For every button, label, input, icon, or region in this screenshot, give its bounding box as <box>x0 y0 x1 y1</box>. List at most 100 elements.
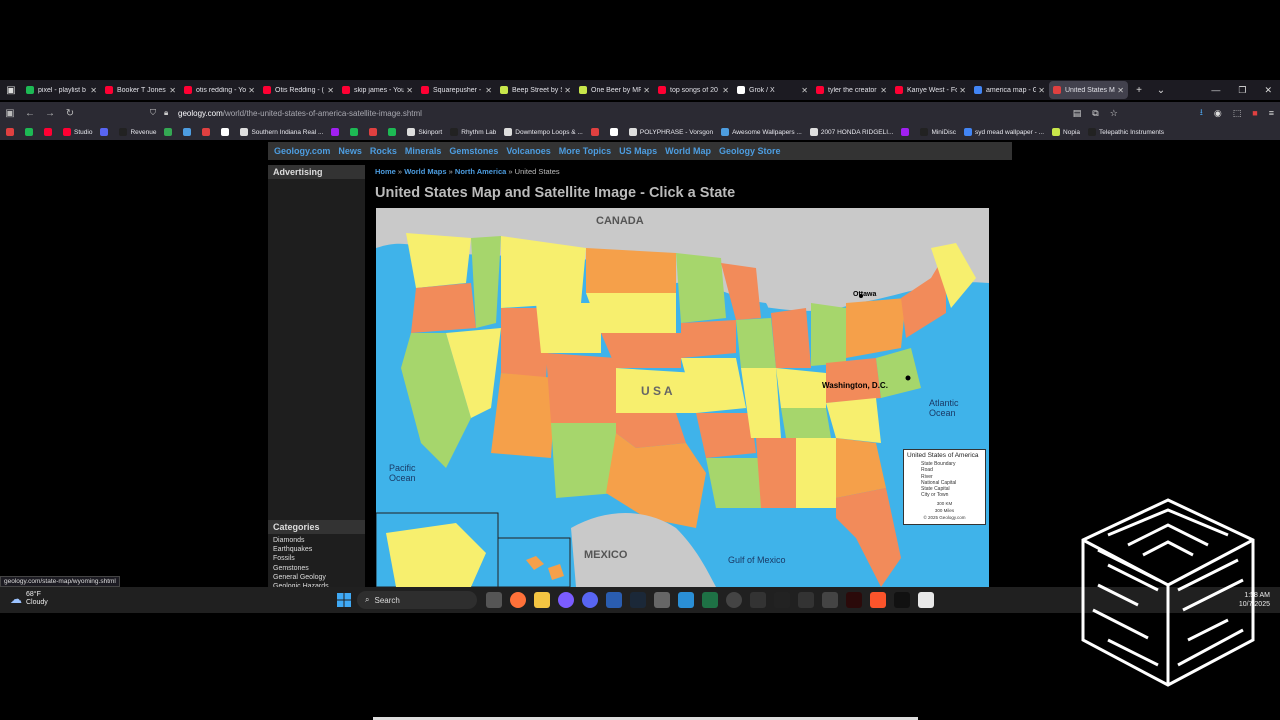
bookmark-item[interactable]: Downtempo Loops & ... <box>504 128 583 136</box>
bookmark-item[interactable] <box>901 128 912 136</box>
bookmark-item[interactable]: MiniDisc <box>920 128 956 136</box>
category-link[interactable]: Fossils <box>273 554 360 563</box>
task-view-icon[interactable] <box>486 592 502 608</box>
tab-close-icon[interactable]: ✕ <box>564 86 571 95</box>
app-icon-6[interactable] <box>798 592 814 608</box>
tab-close-icon[interactable]: ✕ <box>801 86 808 95</box>
label-washington-dc[interactable]: Washington, D.C. <box>822 381 888 390</box>
tab-close-icon[interactable]: ✕ <box>959 86 966 95</box>
site-nav-link[interactable]: World Map <box>665 146 711 156</box>
bookmark-item[interactable]: Rhythm Lab <box>450 128 496 136</box>
bookmark-item[interactable]: Skinport <box>407 128 442 136</box>
tab-close-icon[interactable]: ✕ <box>248 86 255 95</box>
brave-icon[interactable] <box>870 592 886 608</box>
reader-view-icon[interactable]: ▤ <box>1073 108 1082 119</box>
breadcrumb-home[interactable]: Home <box>375 167 396 176</box>
browser-tab[interactable]: Otis Redding - (✕ <box>259 81 338 99</box>
breadcrumb-world-maps[interactable]: World Maps <box>404 167 446 176</box>
tab-close-icon[interactable]: ✕ <box>880 86 887 95</box>
breadcrumb-north-america[interactable]: North America <box>455 167 506 176</box>
site-nav-link[interactable]: Minerals <box>405 146 442 156</box>
browser-tab[interactable]: Squarepusher - ✕ <box>417 81 496 99</box>
app-icon-5[interactable] <box>774 592 790 608</box>
tab-close-icon[interactable]: ✕ <box>90 86 97 95</box>
site-nav-link[interactable]: Rocks <box>370 146 397 156</box>
firefox-icon[interactable] <box>510 592 526 608</box>
downloads-icon[interactable]: ⭳ <box>1200 105 1203 121</box>
tab-overview-icon[interactable]: ▣ <box>0 85 22 96</box>
bookmark-item[interactable] <box>183 128 194 136</box>
close-window-icon[interactable]: ✕ <box>1264 85 1272 96</box>
browser-tab[interactable]: skip james - You ✕ <box>338 81 417 99</box>
steam-icon[interactable] <box>630 592 646 608</box>
bookmark-item[interactable]: POLYPHRASE - Vorsgon <box>628 128 713 136</box>
sidebar-toggle-icon[interactable]: ▣ <box>0 108 20 119</box>
bookmark-item[interactable] <box>6 128 17 136</box>
reload-icon[interactable]: ↻ <box>60 108 80 119</box>
tab-close-icon[interactable]: ✕ <box>1117 86 1124 95</box>
bookmark-item[interactable]: Revenue <box>119 128 156 136</box>
browser-tab[interactable]: One Beer by MF ✕ <box>575 81 654 99</box>
forward-icon[interactable]: → <box>40 108 60 119</box>
file-explorer-icon[interactable] <box>534 592 550 608</box>
weather-widget[interactable]: ☁ 68°F Cloudy <box>10 591 48 607</box>
bookmark-item[interactable] <box>44 128 55 136</box>
bookmark-star-icon[interactable]: ☆ <box>1110 108 1118 119</box>
site-nav-link[interactable]: Geology.com <box>274 146 330 156</box>
bookmark-item[interactable]: 2007 HONDA RIDGELI... <box>809 128 893 136</box>
bookmark-item[interactable] <box>388 128 399 136</box>
app-icon-3[interactable] <box>654 592 670 608</box>
bookmark-item[interactable] <box>369 128 380 136</box>
bookmark-item[interactable] <box>100 128 111 136</box>
tab-close-icon[interactable]: ✕ <box>169 86 176 95</box>
browser-tab[interactable]: Kanye West - Fo ✕ <box>891 81 970 99</box>
bookmark-item[interactable] <box>221 128 232 136</box>
site-nav-link[interactable]: More Topics <box>559 146 611 156</box>
site-nav-link[interactable]: US Maps <box>619 146 657 156</box>
menu-icon[interactable]: ≡ <box>1269 108 1274 118</box>
site-nav-link[interactable]: Volcanoes <box>506 146 550 156</box>
tab-close-icon[interactable]: ✕ <box>722 86 729 95</box>
browser-tab[interactable]: tyler the creator ✕ <box>812 81 891 99</box>
bookmark-item[interactable]: syd mead wallpaper - ... <box>964 128 1044 136</box>
bookmark-item[interactable] <box>164 128 175 136</box>
tab-close-icon[interactable]: ✕ <box>406 86 413 95</box>
extension-badge-icon[interactable]: ■ <box>1252 108 1257 118</box>
bookmark-item[interactable]: Studio <box>63 128 92 136</box>
us-map-graphic[interactable] <box>376 208 989 587</box>
maximize-icon[interactable]: ❐ <box>1238 85 1246 96</box>
browser-tab[interactable]: Grok / X ✕ <box>733 81 812 99</box>
taskbar-search[interactable]: ⌕ Search <box>357 591 477 609</box>
tab-close-icon[interactable]: ✕ <box>327 86 334 95</box>
bookmark-item[interactable] <box>331 128 342 136</box>
app-icon-8[interactable] <box>918 592 934 608</box>
tab-close-icon[interactable]: ✕ <box>485 86 492 95</box>
lock-icon[interactable]: 🔒︎ <box>164 108 178 118</box>
new-tab-icon[interactable]: + <box>1128 85 1150 96</box>
back-icon[interactable]: ← <box>20 108 40 119</box>
browser-tab[interactable]: america map - G ✕ <box>970 81 1049 99</box>
site-nav-link[interactable]: Geology Store <box>719 146 781 156</box>
browser-tab[interactable]: top songs of 20 ✕ <box>654 81 733 99</box>
extensions-icon[interactable]: ⬚ <box>1233 108 1242 119</box>
tab-close-icon[interactable]: ✕ <box>643 86 650 95</box>
tab-close-icon[interactable]: ✕ <box>1038 86 1045 95</box>
category-link[interactable]: Earthquakes <box>273 545 360 554</box>
browser-tab[interactable]: pixel - playlist b ✕ <box>22 81 101 99</box>
bookmark-item[interactable] <box>25 128 36 136</box>
bookmark-item[interactable] <box>202 128 213 136</box>
browser-tab[interactable]: Beep Street by S ✕ <box>496 81 575 99</box>
chrome-icon[interactable] <box>726 592 742 608</box>
browser-tab[interactable]: Booker T Jones ✕ <box>101 81 180 99</box>
bookmark-item[interactable]: Telepathic Instruments <box>1088 128 1164 136</box>
site-nav-link[interactable]: News <box>338 146 362 156</box>
bookmark-item[interactable]: Awesome Wallpapers ... <box>721 128 802 136</box>
category-link[interactable]: General Geology <box>273 573 360 582</box>
list-tabs-icon[interactable]: ⌄ <box>1150 85 1172 96</box>
bookmark-item[interactable]: Southern Indiana Real ... <box>240 128 323 136</box>
app-icon-7[interactable] <box>846 592 862 608</box>
category-link[interactable]: Gemstones <box>273 564 360 573</box>
browser-tab[interactable]: otis redding - Yo ✕ <box>180 81 259 99</box>
bookmark-item[interactable] <box>590 128 602 136</box>
shield-icon[interactable]: ⛉ <box>150 108 164 118</box>
